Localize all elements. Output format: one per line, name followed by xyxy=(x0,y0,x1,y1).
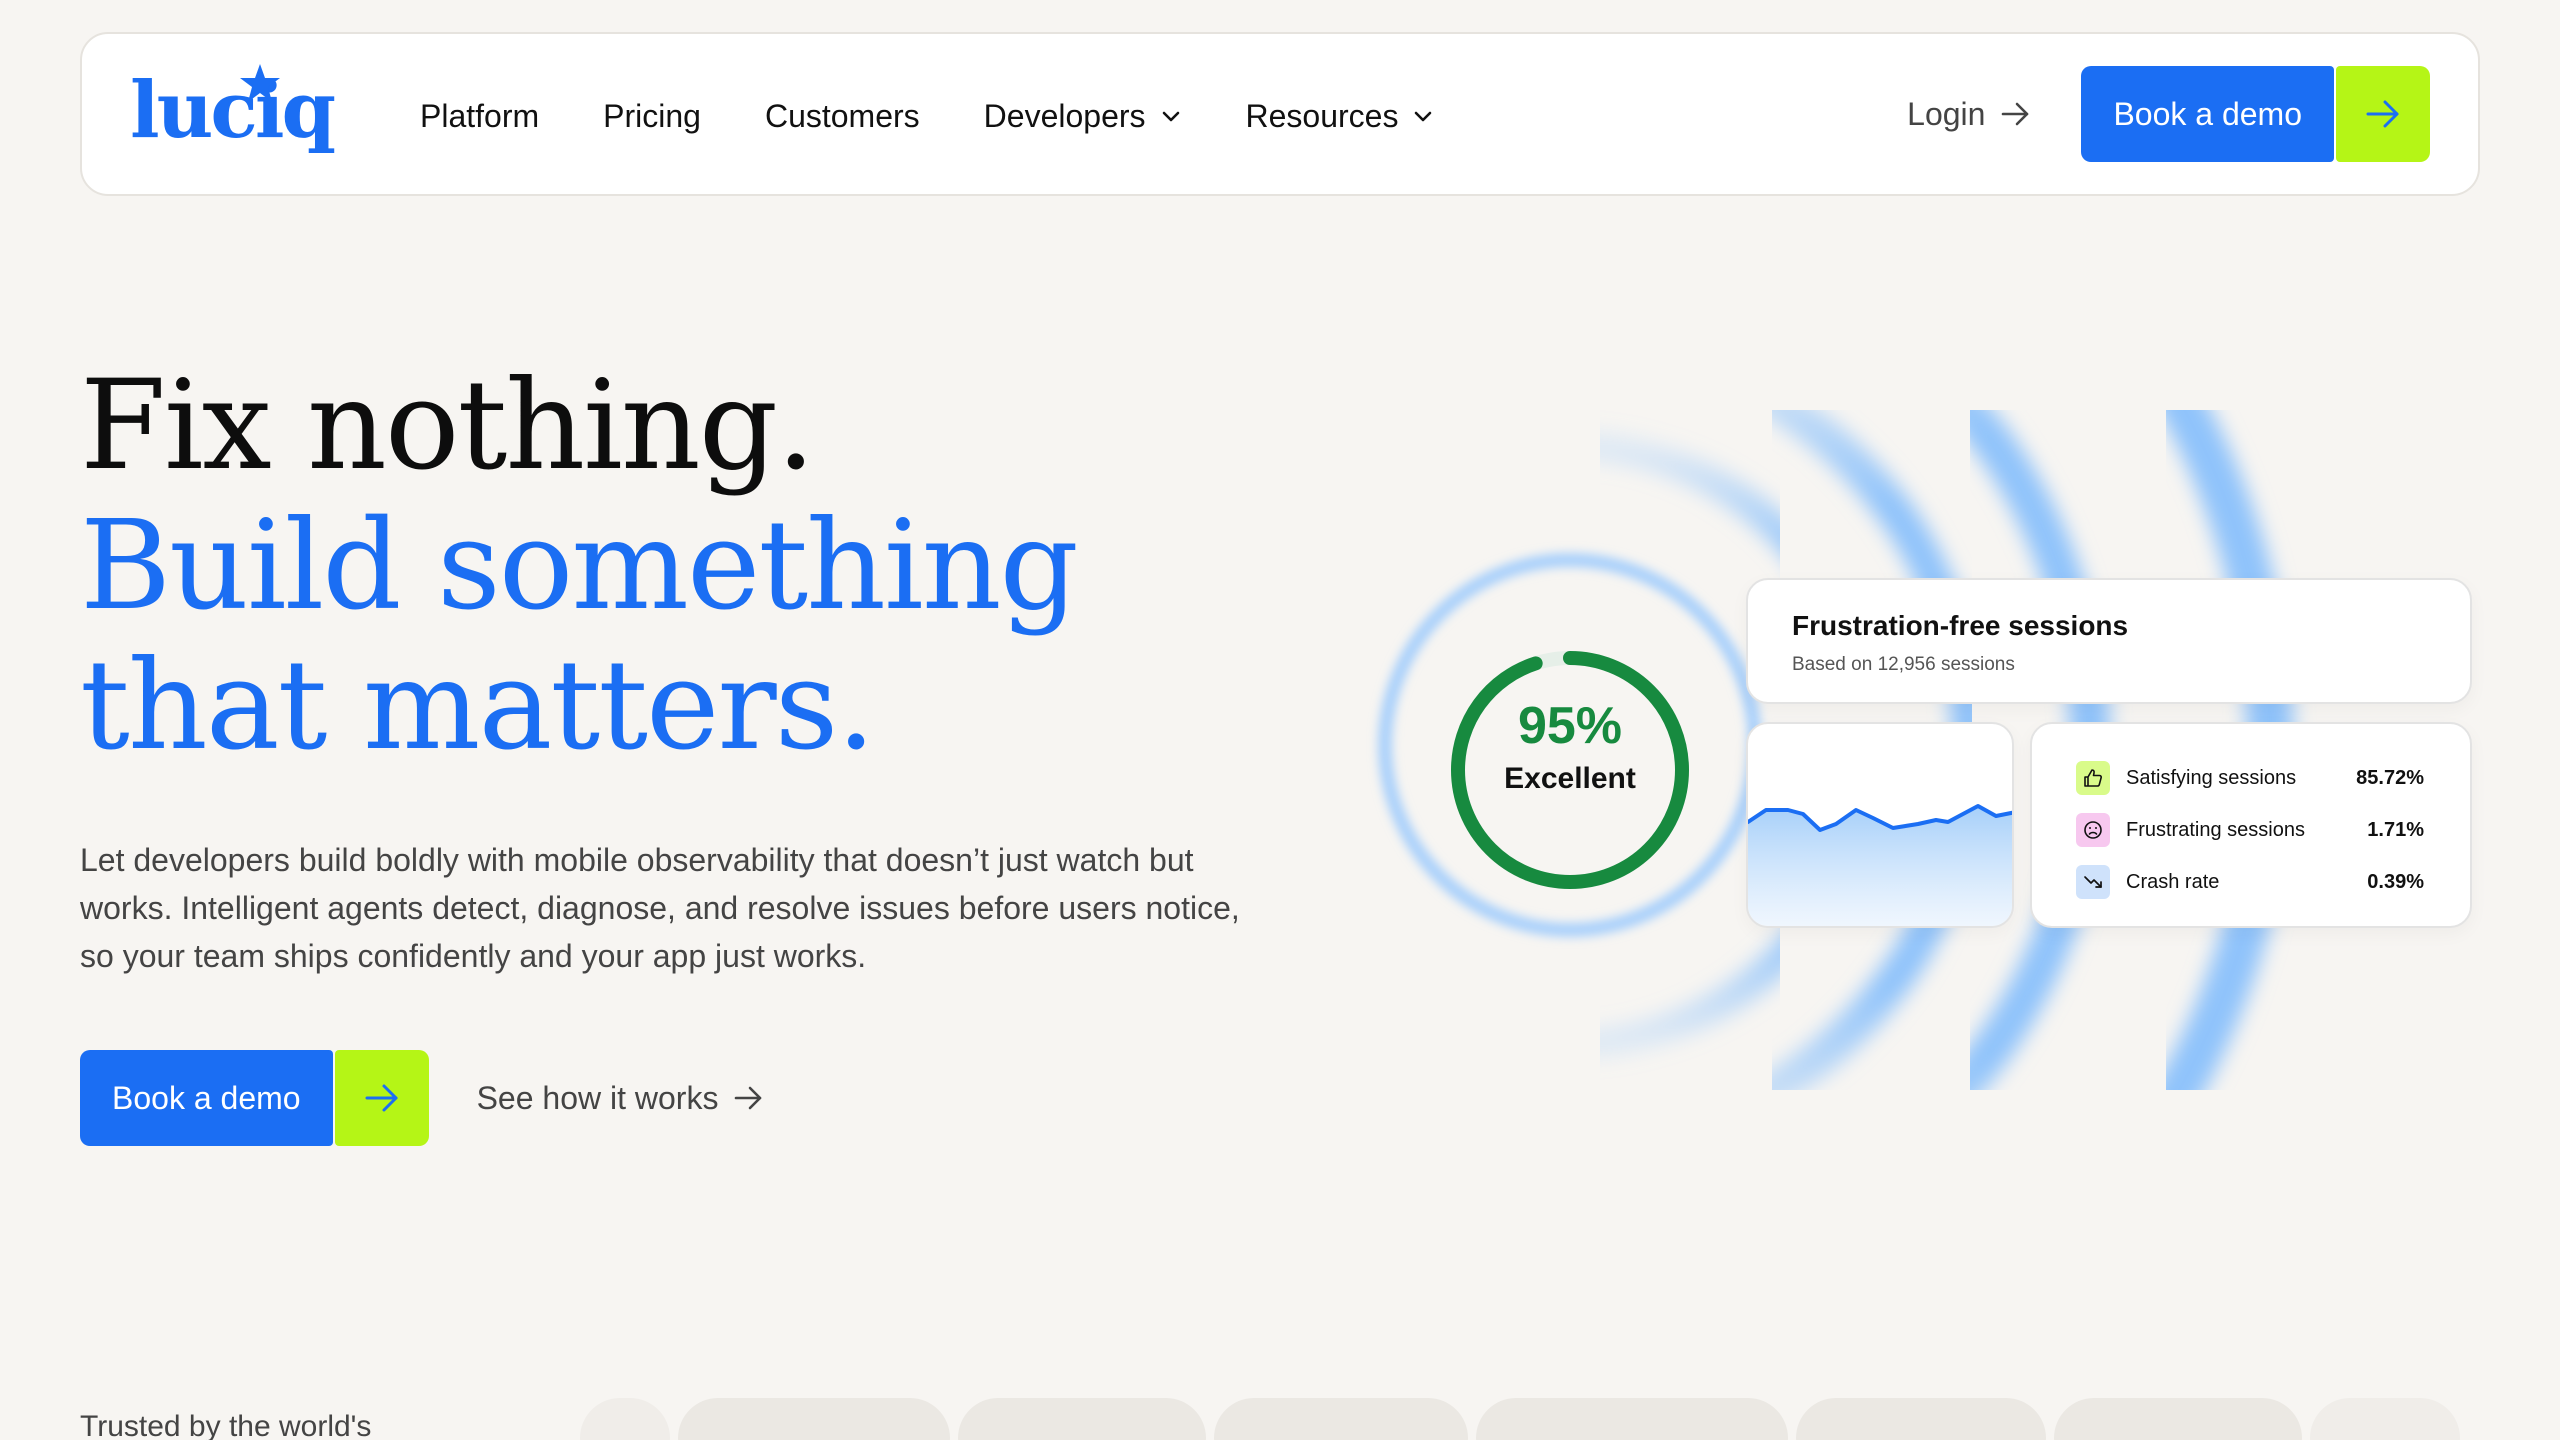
nav-book-demo: Book a demo xyxy=(2081,66,2430,162)
logo-wordmark: luciq xyxy=(130,65,336,156)
arrow-right-icon xyxy=(2002,102,2029,126)
sessions-stats-card: Satisfying sessions 85.72% Frustrating s… xyxy=(2030,722,2472,928)
customer-logo xyxy=(2054,1398,2302,1440)
hero-visual: 95% Excellent Frustration-free sessions … xyxy=(1300,380,2540,1120)
nav-customers[interactable]: Customers xyxy=(765,98,920,135)
stat-value-crash: 0.39% xyxy=(2367,870,2424,893)
stat-icon-frustrating xyxy=(2076,813,2110,847)
customer-logo xyxy=(1796,1398,2046,1440)
score-ring: 95% Excellent xyxy=(1426,626,1714,914)
top-navbar: luciq Platform Pricing Customers Develop… xyxy=(80,32,2480,196)
customer-logo xyxy=(580,1398,670,1440)
chevron-down-icon xyxy=(1162,111,1179,122)
login-label: Login xyxy=(1907,95,1986,132)
stat-label-crash: Crash rate xyxy=(2126,870,2220,893)
thumbs-up-icon xyxy=(2084,769,2103,787)
see-how-it-works-link[interactable]: See how it works xyxy=(477,1080,767,1117)
hero-title-line-3: that matters. xyxy=(80,634,876,778)
nav-developers-label: Developers xyxy=(983,97,1146,134)
nav-book-demo-arrow-button[interactable] xyxy=(2336,66,2430,162)
nav-pricing-label: Pricing xyxy=(603,97,701,134)
hero-book-demo-button[interactable]: Book a demo xyxy=(80,1050,333,1146)
score-label: Excellent xyxy=(1504,762,1636,795)
logo-star-icon xyxy=(240,64,280,102)
nav-resources[interactable]: Resources xyxy=(1246,98,1435,135)
nav-pricing[interactable]: Pricing xyxy=(603,98,701,135)
stat-row-satisfying: Satisfying sessions 85.72% xyxy=(2076,752,2424,804)
stat-label-frustrating: Frustrating sessions xyxy=(2126,818,2305,841)
hero-title-line-1: Fix nothing. xyxy=(80,354,816,498)
main-nav: Platform Pricing Customers Developers Re… xyxy=(420,34,1498,198)
frown-face-icon xyxy=(2084,821,2102,839)
trend-down-icon xyxy=(2084,876,2102,888)
nav-platform[interactable]: Platform xyxy=(420,98,539,135)
nav-book-demo-button[interactable]: Book a demo xyxy=(2081,66,2334,162)
chevron-down-icon xyxy=(1415,111,1432,122)
arrow-right-icon xyxy=(735,1086,762,1110)
login-link[interactable]: Login xyxy=(1907,96,2033,133)
nav-actions: Login Book a demo xyxy=(1907,66,2430,162)
stat-label-satisfying: Satisfying sessions xyxy=(2126,766,2297,789)
sessions-sparkline xyxy=(1748,804,2012,926)
stat-icon-satisfying xyxy=(2076,761,2110,795)
hero-subtitle: Let developers build boldly with mobile … xyxy=(80,842,1240,974)
sessions-card-title: Frustration-free sessions xyxy=(1792,610,2129,641)
sessions-title-card: Frustration-free sessions Based on 12,95… xyxy=(1746,578,2472,704)
arrow-right-icon xyxy=(2366,100,2399,128)
nav-developers[interactable]: Developers xyxy=(984,98,1182,135)
arrow-right-icon xyxy=(365,1084,398,1112)
trusted-by-label: Trusted by the world's xyxy=(80,1410,372,1440)
nav-customers-label: Customers xyxy=(764,97,920,134)
hero-title-line-2: Build something xyxy=(80,494,1079,638)
sessions-sparkline-card xyxy=(1746,722,2014,928)
customer-logo xyxy=(1476,1398,1788,1440)
sessions-card-subtitle: Based on 12,956 sessions xyxy=(1792,654,2015,675)
stat-icon-crash xyxy=(2076,865,2110,899)
customer-logo xyxy=(2310,1398,2460,1440)
stat-value-satisfying: 85.72% xyxy=(2356,766,2424,789)
stat-value-frustrating: 1.71% xyxy=(2367,818,2424,841)
hero-book-demo: Book a demo xyxy=(80,1050,429,1146)
hero-title: Fix nothing. Build something that matter… xyxy=(80,354,1079,778)
customer-logo xyxy=(958,1398,1206,1440)
stat-row-crash: Crash rate 0.39% xyxy=(2076,856,2424,908)
customer-logos-strip xyxy=(580,1398,2480,1440)
hero-book-demo-arrow-button[interactable] xyxy=(334,1050,429,1146)
customer-logo xyxy=(1214,1398,1468,1440)
hero-actions: Book a demo See how it works xyxy=(80,1050,766,1146)
customer-logo xyxy=(678,1398,950,1440)
see-how-label: See how it works xyxy=(476,1079,719,1116)
luciq-logo[interactable]: luciq xyxy=(130,64,336,164)
nav-platform-label: Platform xyxy=(420,97,540,134)
score-percent: 95% xyxy=(1517,697,1623,755)
nav-resources-label: Resources xyxy=(1245,97,1399,134)
stat-row-frustrating: Frustrating sessions 1.71% xyxy=(2076,804,2424,856)
